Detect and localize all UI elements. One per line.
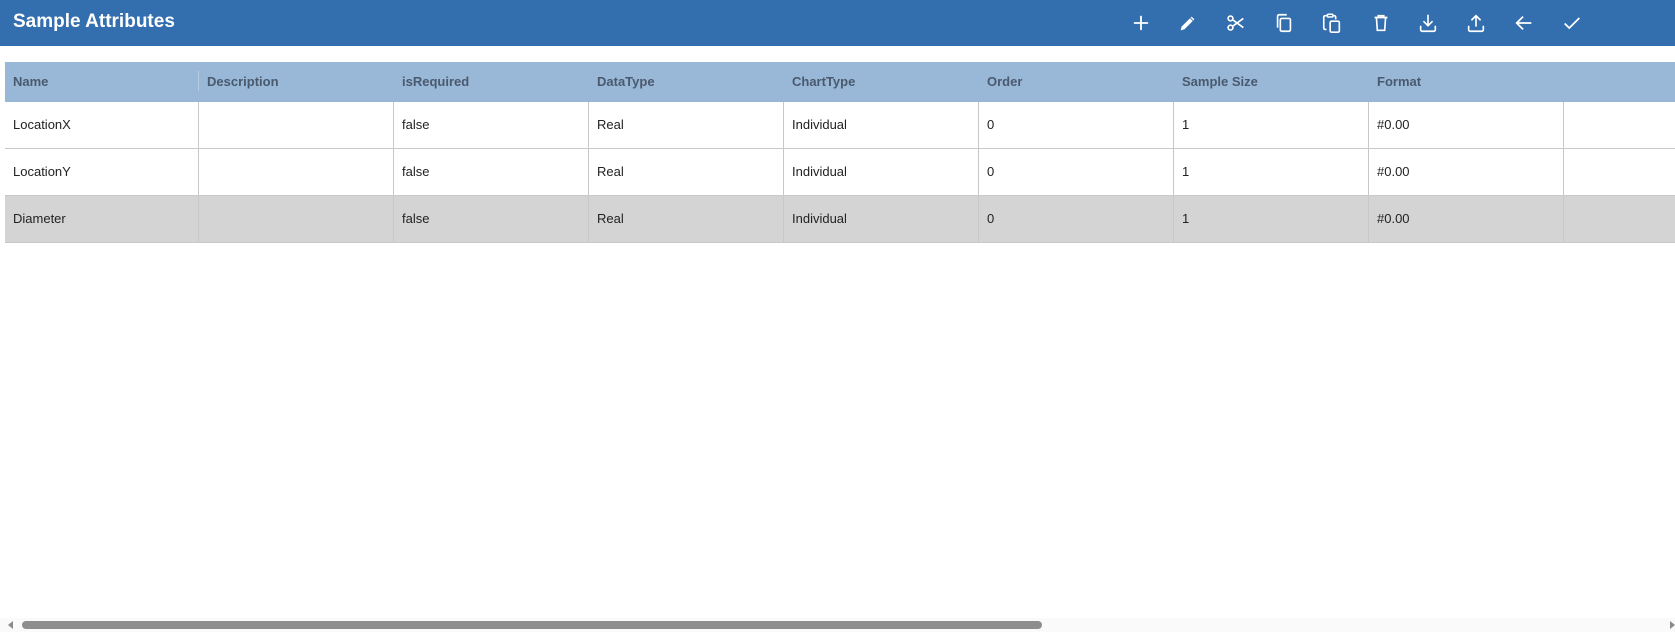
table-row[interactable]: LocationY false Real Individual 0 1 #0.00: [5, 149, 1675, 196]
cell-order[interactable]: 0: [979, 196, 1174, 242]
check-icon: [1561, 12, 1583, 34]
table-row[interactable]: Diameter false Real Individual 0 1 #0.00: [5, 196, 1675, 243]
cell-description[interactable]: [199, 102, 394, 148]
column-header-datatype[interactable]: DataType: [589, 62, 784, 102]
cut-button[interactable]: [1221, 8, 1251, 38]
column-header-name[interactable]: Name: [5, 62, 199, 102]
column-header-isrequired[interactable]: isRequired: [394, 62, 589, 102]
cell-order[interactable]: 0: [979, 102, 1174, 148]
page-title: Sample Attributes: [13, 11, 175, 32]
column-header-order[interactable]: Order: [979, 62, 1174, 102]
scroll-right-arrow-icon[interactable]: [1670, 621, 1675, 629]
arrow-left-icon: [1513, 12, 1535, 34]
edit-button[interactable]: [1173, 8, 1203, 38]
column-header-sample-size[interactable]: Sample Size: [1174, 62, 1369, 102]
back-button[interactable]: [1509, 8, 1539, 38]
app-header: Sample Attributes: [0, 0, 1675, 46]
cell-charttype[interactable]: Individual: [784, 149, 979, 195]
cell-datatype[interactable]: Real: [589, 102, 784, 148]
cell-name[interactable]: LocationX: [5, 102, 199, 148]
confirm-button[interactable]: [1557, 8, 1587, 38]
scrollbar-thumb[interactable]: [22, 621, 1042, 629]
column-header-format[interactable]: Format: [1369, 62, 1564, 102]
attributes-grid: Name Description isRequired DataType ChartTy…: [5, 62, 1675, 245]
cell-format[interactable]: #0.00: [1369, 149, 1564, 195]
cell-format[interactable]: #0.00: [1369, 102, 1564, 148]
column-header-description[interactable]: Description: [199, 62, 394, 102]
paste-button[interactable]: [1317, 8, 1347, 38]
cell-order[interactable]: 0: [979, 149, 1174, 195]
cell-description[interactable]: [199, 196, 394, 242]
cell-name[interactable]: Diameter: [5, 196, 199, 242]
column-resize-handle[interactable]: [198, 71, 199, 91]
grid-header: Name Description isRequired DataType ChartTy…: [5, 62, 1675, 102]
copy-icon: [1273, 12, 1295, 34]
cell-format[interactable]: #0.00: [1369, 196, 1564, 242]
cell-charttype[interactable]: Individual: [784, 196, 979, 242]
upload-icon: [1465, 12, 1487, 34]
trash-icon: [1370, 12, 1392, 34]
scroll-left-arrow-icon[interactable]: [8, 621, 13, 629]
table-row[interactable]: LocationX false Real Individual 0 1 #0.00: [5, 102, 1675, 149]
upload-button[interactable]: [1461, 8, 1491, 38]
cell-sample-size[interactable]: 1: [1174, 196, 1369, 242]
cell-datatype[interactable]: Real: [589, 196, 784, 242]
cell-charttype[interactable]: Individual: [784, 102, 979, 148]
cell-isrequired[interactable]: false: [394, 149, 589, 195]
download-button[interactable]: [1413, 8, 1443, 38]
cell-isrequired[interactable]: false: [394, 196, 589, 242]
column-header-charttype[interactable]: ChartType: [784, 62, 979, 102]
copy-button[interactable]: [1269, 8, 1299, 38]
horizontal-scrollbar[interactable]: [0, 618, 1675, 632]
download-icon: [1417, 12, 1439, 34]
cell-sample-size[interactable]: 1: [1174, 149, 1369, 195]
delete-button[interactable]: [1366, 8, 1396, 38]
cell-name[interactable]: LocationY: [5, 149, 199, 195]
scissors-icon: [1225, 12, 1247, 34]
add-button[interactable]: [1126, 8, 1156, 38]
cell-description[interactable]: [199, 149, 394, 195]
cell-datatype[interactable]: Real: [589, 149, 784, 195]
paste-icon: [1321, 12, 1343, 34]
pencil-icon: [1177, 12, 1199, 34]
plus-icon: [1130, 12, 1152, 34]
cell-isrequired[interactable]: false: [394, 102, 589, 148]
cell-sample-size[interactable]: 1: [1174, 102, 1369, 148]
